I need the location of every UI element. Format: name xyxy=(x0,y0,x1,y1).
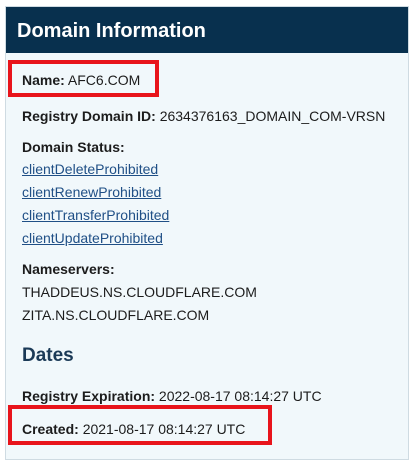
registry-id-row: Registry Domain ID: 2634376163_DOMAIN_CO… xyxy=(22,107,385,125)
status-link-client-update-prohibited[interactable]: clientUpdateProhibited xyxy=(22,229,163,247)
created-highlight-box xyxy=(8,405,272,445)
status-link-client-delete-prohibited[interactable]: clientDeleteProhibited xyxy=(22,160,158,178)
registry-expiration-label: Registry Expiration: xyxy=(22,388,156,404)
registry-expiration-value: 2022-08-17 08:14:27 UTC xyxy=(158,388,322,404)
status-link-client-renew-prohibited[interactable]: clientRenewProhibited xyxy=(22,183,161,201)
registry-id-value: 2634376163_DOMAIN_COM-VRSN xyxy=(159,108,386,124)
domain-status-label: Domain Status: xyxy=(22,139,125,155)
name-highlight-box xyxy=(8,60,159,97)
dates-section-title: Dates xyxy=(22,345,74,366)
nameservers-label: Nameservers: xyxy=(22,261,115,277)
registry-expiration-row: Registry Expiration: 2022-08-17 08:14:27… xyxy=(22,387,322,405)
card-header: Domain Information xyxy=(6,7,408,53)
status-link-client-transfer-prohibited[interactable]: clientTransferProhibited xyxy=(22,206,169,224)
nameserver-item: THADDEUS.NS.CLOUDFLARE.COM xyxy=(22,284,257,300)
nameserver-item: ZITA.NS.CLOUDFLARE.COM xyxy=(22,307,210,323)
registry-id-label: Registry Domain ID: xyxy=(22,108,156,124)
card-title: Domain Information xyxy=(17,20,206,42)
